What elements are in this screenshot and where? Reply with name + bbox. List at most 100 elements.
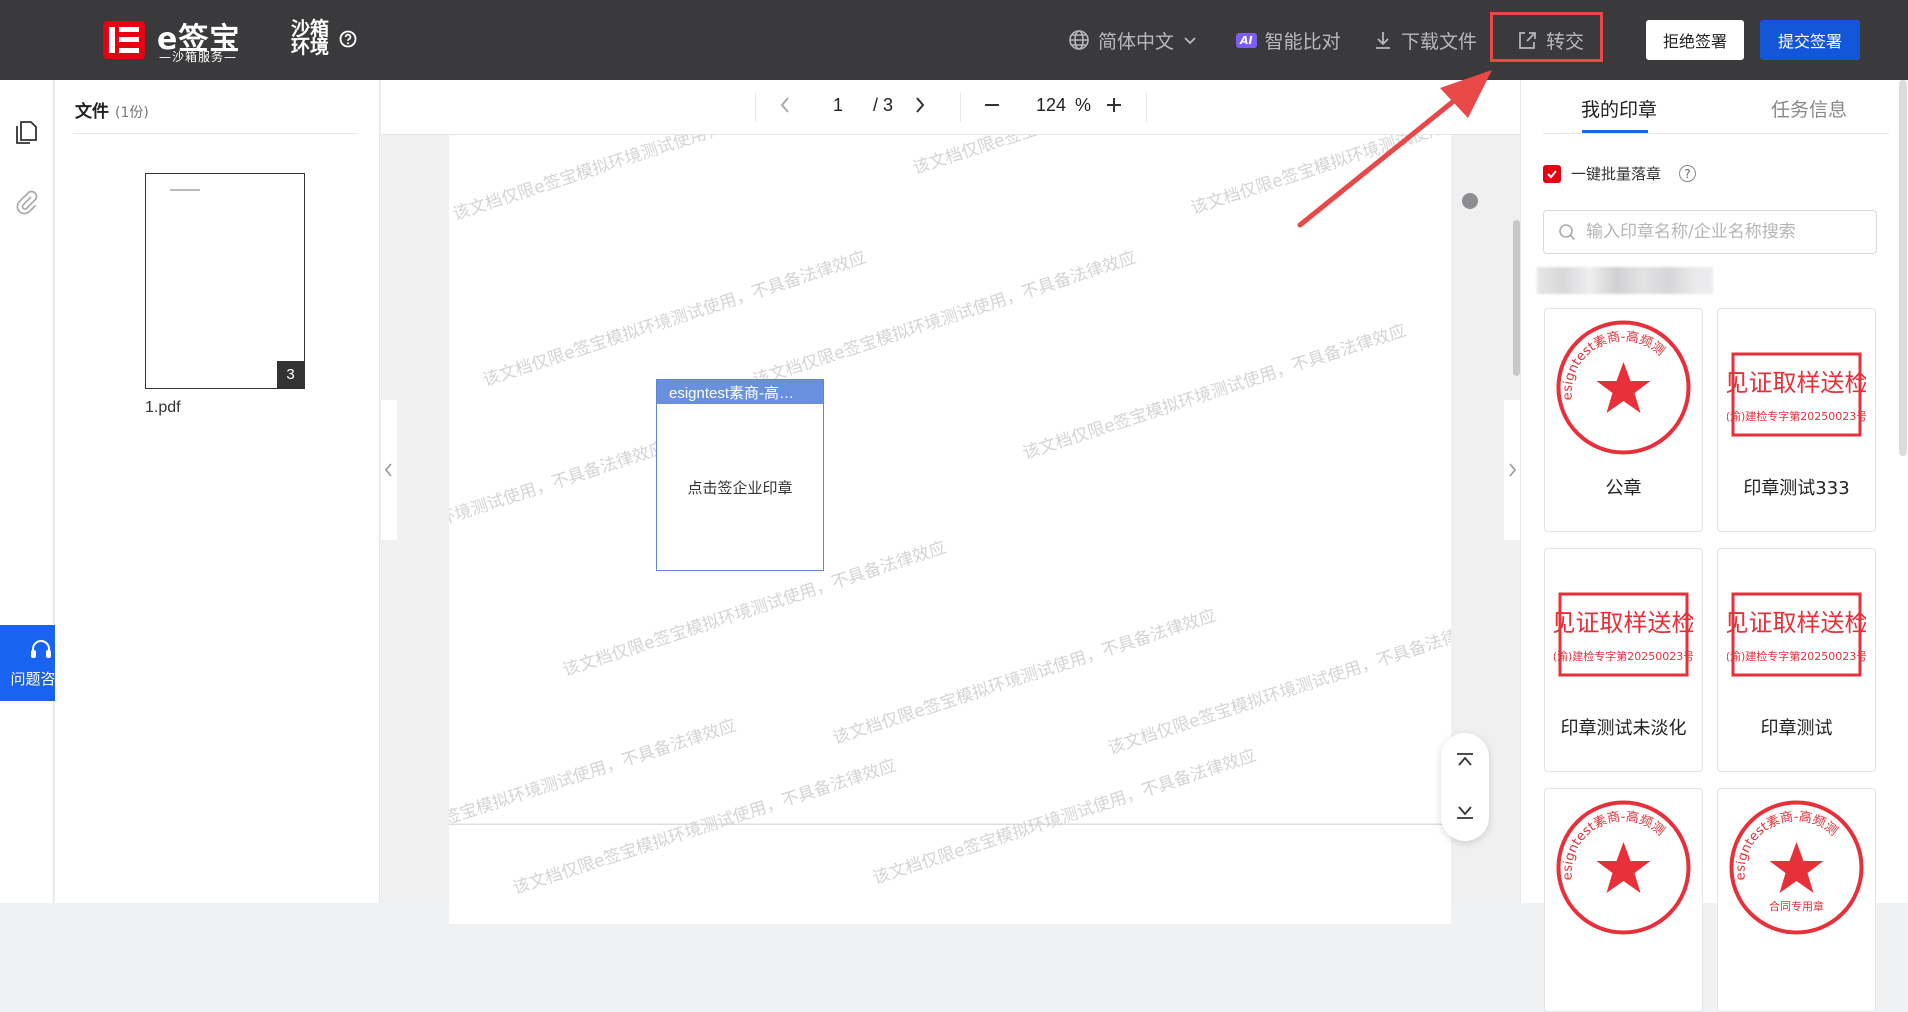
language-selector[interactable]: 简体中文 bbox=[1068, 24, 1198, 56]
seal-line-2: (渝)建检专字第20250023号 bbox=[1727, 649, 1866, 663]
headset-icon bbox=[30, 639, 51, 658]
chevron-right-icon bbox=[916, 97, 925, 113]
zoom-in-button[interactable] bbox=[1105, 95, 1123, 115]
ai-compare-label: 智能比对 bbox=[1264, 30, 1341, 53]
seal-name: 印章测试333 bbox=[1743, 478, 1850, 499]
right-panel: 我的印章 任务信息 一键批量落章 ? esigntest素商-高频测 公章 见证… bbox=[1520, 80, 1908, 1012]
next-page-button[interactable] bbox=[913, 95, 927, 115]
seal-card[interactable]: 见证取样送检 (渝)建检专字第20250023号 印章测试 bbox=[1717, 548, 1876, 772]
batch-seal-label: 一键批量落章 bbox=[1571, 165, 1662, 183]
watermark-text: 该文档仅限e签宝模拟环境测试使用，不具备法律效应 bbox=[1188, 135, 1451, 219]
collapse-left-button[interactable] bbox=[381, 400, 397, 540]
toolbar-divider bbox=[755, 92, 756, 122]
seal-line-1: 见证取样送检 bbox=[1727, 369, 1866, 397]
round-seal-image: esigntest素商-高频测 合同专用章 bbox=[1729, 800, 1864, 935]
seal-field-hint: 点击签企业印章 bbox=[687, 478, 793, 497]
chevron-left-icon bbox=[384, 463, 392, 477]
seal-card[interactable]: 见证取样送检 (渝)建检专字第20250023号 印章测试333 bbox=[1717, 308, 1876, 532]
round-seal-image: esigntest素商-高频测 bbox=[1556, 320, 1691, 455]
thumbnail-text-line bbox=[170, 189, 200, 191]
jump-to-bottom-icon[interactable] bbox=[1455, 801, 1475, 826]
seal-line-1: 见证取样送检 bbox=[1727, 609, 1866, 637]
collapse-right-button[interactable] bbox=[1504, 400, 1520, 540]
seal-name: 公章 bbox=[1605, 478, 1642, 499]
seal-name: 印章测试 bbox=[1760, 718, 1833, 739]
watermark-text: 该文档仅限e签宝模拟环境测试使用，不具备法律效应 bbox=[449, 437, 669, 581]
download-button[interactable]: 下载文件 bbox=[1373, 24, 1477, 56]
jump-to-top-icon[interactable] bbox=[1455, 751, 1475, 776]
document-page[interactable]: 该文档仅限e签宝模拟环境测试使用，不具备法律效应 该文档仅限e签宝模拟环境测试使… bbox=[449, 135, 1451, 823]
page-jump-controls bbox=[1441, 733, 1489, 841]
download-label: 下载文件 bbox=[1401, 30, 1478, 53]
seal-field-title: esigntest素商-高… bbox=[657, 380, 823, 404]
language-label: 简体中文 bbox=[1098, 30, 1175, 53]
help-icon[interactable] bbox=[339, 30, 357, 53]
chevron-left-icon bbox=[780, 97, 789, 113]
total-pages: / 3 bbox=[873, 95, 894, 115]
watermark-text: 该文档仅限e签宝模拟环境测试使用，不具备法律效应 bbox=[1020, 320, 1409, 464]
rect-seal-image: 见证取样送检 (渝)建检专字第20250023号 bbox=[1727, 352, 1866, 437]
top-bar: e签宝 —沙箱服务— 沙箱环境 简体中文 AI 智能比对 下载文件 转交 拒绝签… bbox=[0, 0, 1908, 80]
active-tab-indicator bbox=[1582, 130, 1648, 133]
seal-line-2: (渝)建检专字第20250023号 bbox=[1727, 409, 1866, 423]
submit-sign-button[interactable]: 提交签署 bbox=[1760, 20, 1860, 60]
transfer-highlight-box bbox=[1490, 12, 1603, 62]
search-icon bbox=[1559, 224, 1576, 241]
company-seal-field[interactable]: esigntest素商-高… 点击签企业印章 bbox=[656, 379, 824, 571]
company-name-blurred bbox=[1537, 267, 1713, 294]
minus-icon bbox=[985, 104, 999, 106]
seal-name: 印章测试未淡化 bbox=[1560, 718, 1687, 739]
file-name[interactable]: 1.pdf bbox=[145, 399, 181, 417]
zoom-value[interactable]: 124 bbox=[1036, 95, 1066, 116]
files-divider bbox=[73, 133, 358, 134]
viewer-scrollbar[interactable] bbox=[1513, 220, 1520, 376]
files-panel: 文件 (1份) 3 1.pdf bbox=[55, 80, 380, 903]
seal-search-input[interactable] bbox=[1586, 222, 1876, 242]
seal-card[interactable]: esigntest素商-高频测 bbox=[1544, 788, 1703, 1012]
batch-seal-option: 一键批量落章 ? bbox=[1543, 163, 1697, 184]
zoom-out-button[interactable] bbox=[983, 95, 1001, 115]
page-count-badge: 3 bbox=[277, 361, 304, 388]
download-icon bbox=[1376, 32, 1390, 49]
document-toolbar: 1 / 3 124 % bbox=[381, 80, 1520, 135]
files-count: (1份) bbox=[115, 105, 149, 121]
seal-card[interactable]: esigntest素商-高频测 合同专用章 bbox=[1717, 788, 1876, 1012]
brand-subtitle: —沙箱服务— bbox=[159, 50, 238, 64]
watermark-text: 该文档仅限e签宝模拟环境测试使用，不具备法律效应 bbox=[449, 715, 739, 823]
attachment-icon[interactable] bbox=[13, 188, 39, 221]
zoom-unit: % bbox=[1075, 95, 1092, 115]
tab-my-seals[interactable]: 我的印章 bbox=[1581, 95, 1657, 122]
reject-sign-button[interactable]: 拒绝签署 bbox=[1646, 20, 1744, 60]
rect-seal-image: 见证取样送检 (渝)建检专字第20250023号 bbox=[1554, 592, 1693, 677]
question-icon[interactable]: ? bbox=[1679, 165, 1697, 182]
chevron-down-icon bbox=[1184, 37, 1196, 45]
left-icon-rail bbox=[0, 80, 54, 903]
plus-icon bbox=[1107, 98, 1121, 112]
seal-bottom-text: 合同专用章 bbox=[1769, 899, 1824, 913]
document-viewer: 该文档仅限e签宝模拟环境测试使用，不具备法律效应 该文档仅限e签宝模拟环境测试使… bbox=[381, 135, 1520, 924]
right-panel-scrollbar[interactable] bbox=[1899, 80, 1907, 456]
files-icon[interactable] bbox=[13, 118, 39, 151]
round-seal-image: esigntest素商-高频测 bbox=[1556, 800, 1691, 935]
seal-card[interactable]: esigntest素商-高频测 公章 bbox=[1544, 308, 1703, 532]
watermark-text: 该文档仅限e签宝模拟环境测试使用，不具备法律效应 bbox=[909, 135, 1299, 179]
files-title-text: 文件 bbox=[75, 102, 109, 122]
file-thumbnail[interactable]: 3 bbox=[145, 173, 305, 389]
seal-line-1: 见证取样送检 bbox=[1554, 609, 1693, 637]
esign-logo-icon bbox=[103, 21, 145, 59]
ai-compare-button[interactable]: AI 智能比对 bbox=[1236, 24, 1341, 56]
prev-page-button[interactable] bbox=[778, 95, 792, 115]
tabs-divider bbox=[1543, 133, 1889, 134]
watermark-text: 该文档仅限e签宝模拟环境测试使用，不具备法律效应 bbox=[450, 135, 839, 225]
batch-seal-checkbox[interactable] bbox=[1543, 164, 1561, 183]
files-title: 文件 (1份) bbox=[75, 97, 149, 122]
seal-search-box[interactable] bbox=[1543, 210, 1877, 254]
current-page-input[interactable]: 1 bbox=[833, 95, 843, 116]
toolbar-divider bbox=[960, 92, 961, 122]
seal-line-2: (渝)建检专字第20250023号 bbox=[1554, 649, 1693, 663]
tab-task-info[interactable]: 任务信息 bbox=[1771, 95, 1847, 122]
seal-card[interactable]: 见证取样送检 (渝)建检专字第20250023号 印章测试未淡化 bbox=[1544, 548, 1703, 772]
document-page-2[interactable]: 该文档仅限e签宝模拟环境测试使用，不具备法律效应 该文档仅限e签宝模拟环境测试使… bbox=[449, 746, 1451, 924]
scroll-indicator-dot bbox=[1462, 193, 1478, 209]
chevron-right-icon bbox=[1509, 463, 1517, 477]
